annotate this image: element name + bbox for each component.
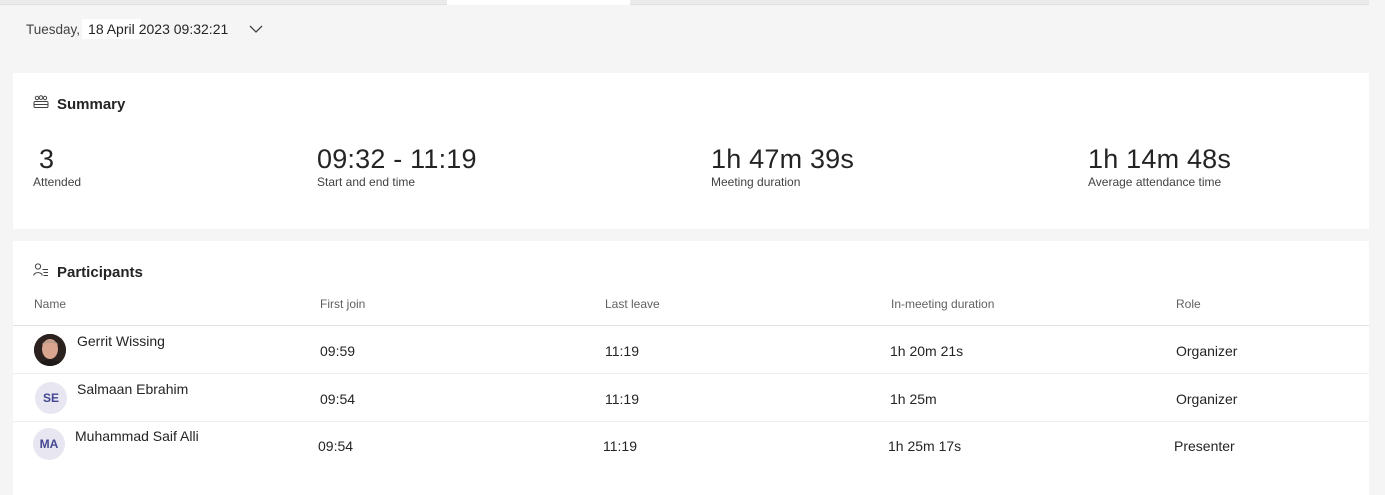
stat-value: 1h 14m 48s — [1088, 144, 1232, 174]
role: Presenter — [1174, 438, 1235, 454]
stat-attended: 3 Attended — [33, 143, 81, 189]
summary-title: Summary — [57, 95, 126, 113]
stat-label: Attended — [33, 175, 82, 189]
people-team-icon — [33, 95, 57, 113]
column-header-last-leave[interactable]: Last leave — [605, 297, 660, 311]
avatar — [34, 334, 66, 366]
stat-label: Start and end time — [317, 175, 416, 189]
avatar: MA — [33, 428, 65, 460]
stat-average-attendance: 1h 14m 48s Average attendance time — [1088, 143, 1231, 189]
stat-meeting-duration: 1h 47m 39s Meeting duration — [711, 143, 854, 189]
table-row[interactable]: Gerrit Wissing 09:59 11:19 1h 20m 21s Or… — [13, 327, 1369, 374]
date-time: 2023 09:32:21 — [138, 21, 229, 37]
first-join: 09:54 — [320, 391, 356, 407]
participants-title: Participants — [57, 264, 143, 281]
first-join: 09:54 — [318, 438, 354, 454]
participant-name: Muhammad Saif Alli — [75, 428, 199, 444]
stat-value: 3 — [39, 144, 55, 174]
date-selector[interactable]: Tuesday, 18 April 2023 09:32:21 — [0, 5, 1369, 53]
participant-name: Salmaan Ebrahim — [77, 381, 189, 397]
date-weekday: Tuesday, — [26, 21, 81, 37]
role: Organizer — [1176, 343, 1238, 359]
in-meeting-duration: 1h 25m 17s — [888, 438, 962, 454]
first-join: 09:59 — [320, 343, 356, 359]
in-meeting-duration: 1h 20m 21s — [890, 343, 964, 359]
column-header-role[interactable]: Role — [1176, 297, 1201, 311]
in-meeting-duration: 1h 25m — [890, 391, 937, 407]
avatar: SE — [35, 382, 67, 414]
table-row[interactable]: SE Salmaan Ebrahim 09:54 11:19 1h 25m Or… — [13, 375, 1369, 422]
stat-start-end: 09:32 - 11:19 Start and end time — [317, 143, 477, 189]
stat-label: Meeting duration — [711, 175, 801, 189]
table-header: Name First join Last leave In-meeting du… — [13, 297, 1369, 326]
chevron-down-icon[interactable] — [248, 21, 264, 37]
last-leave: 11:19 — [605, 343, 639, 359]
summary-card: Summary 3 Attended 09:32 - 11:19 Start a… — [13, 73, 1369, 229]
stat-value: 1h 47m 39s — [711, 144, 855, 174]
last-leave: 11:19 — [603, 438, 637, 454]
participant-name: Gerrit Wissing — [77, 333, 165, 349]
date-value: 18 April — [82, 19, 141, 39]
column-header-duration[interactable]: In-meeting duration — [891, 297, 994, 311]
participants-card: Participants Name First join Last leave … — [13, 241, 1369, 495]
stat-label: Average attendance time — [1088, 175, 1222, 189]
column-header-name[interactable]: Name — [34, 297, 66, 311]
people-list-icon — [33, 263, 57, 282]
last-leave: 11:19 — [605, 391, 639, 407]
column-header-first-join[interactable]: First join — [320, 297, 365, 311]
table-row[interactable]: MA Muhammad Saif Alli 09:54 11:19 1h 25m… — [13, 422, 1369, 469]
stat-value: 09:32 - 11:19 — [317, 144, 477, 174]
role: Organizer — [1176, 391, 1238, 407]
participants-heading: Participants — [33, 263, 143, 282]
summary-heading: Summary — [33, 95, 125, 113]
